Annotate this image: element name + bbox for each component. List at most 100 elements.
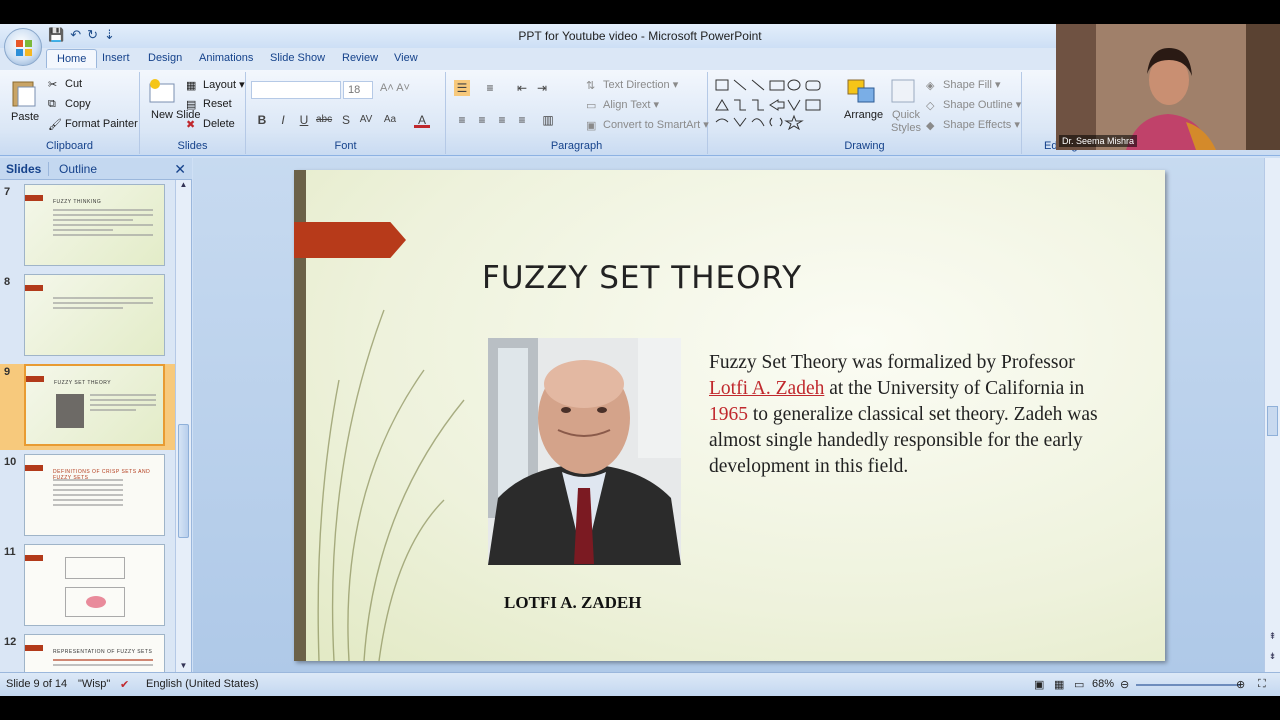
slide-title[interactable]: FUZZY SET THEORY: [482, 260, 802, 296]
font-name-box[interactable]: [251, 81, 341, 99]
layout-icon: ▦: [186, 80, 197, 93]
slide-thumbnail[interactable]: 8: [0, 274, 176, 360]
reset-icon: ▤: [186, 99, 197, 112]
slide-editing-area: FUZZY SET THEORY LOTFI A. ZADEH Fuzzy Se…: [193, 158, 1280, 672]
format-painter-icon: 🖌: [48, 119, 62, 132]
slide-thumbnail[interactable]: 12 REPRESENTATION OF FUZZY SETS: [0, 634, 176, 674]
spellcheck-icon[interactable]: ✔: [120, 678, 129, 691]
quick-styles-icon: [891, 79, 915, 103]
numbering-icon[interactable]: ≡: [482, 80, 498, 96]
align-left-icon[interactable]: ≡: [454, 112, 470, 128]
paste-button[interactable]: Paste: [11, 111, 39, 123]
slides-label: Slides: [177, 140, 208, 152]
bold-icon[interactable]: B: [254, 112, 270, 128]
pane-tabs: Slides Outline ✕: [0, 158, 192, 180]
year-text: 1965: [709, 404, 748, 425]
paragraph-label: Paragraph: [550, 140, 603, 152]
spacing-icon[interactable]: AV: [358, 112, 374, 128]
cut-icon: ✂: [48, 79, 58, 92]
slide-thumbnail[interactable]: 11: [0, 544, 176, 630]
align-text-icon: ▭: [586, 100, 597, 113]
shape-effects-icon: ◆: [926, 120, 935, 133]
strikethrough-icon[interactable]: abc: [316, 112, 332, 128]
tab-outline[interactable]: Outline: [48, 162, 107, 176]
slide-body-text[interactable]: Fuzzy Set Theory was formalized by Profe…: [709, 350, 1109, 480]
align-text-button[interactable]: ▭ Align Text ▾: [586, 98, 659, 113]
font-size-box[interactable]: 18: [343, 81, 373, 99]
slide-thumbnail-selected[interactable]: 9 FUZZY SET THEORY: [0, 364, 176, 450]
office-button[interactable]: [4, 28, 42, 66]
shape-effects-button[interactable]: ◆ Shape Effects ▾: [926, 118, 1020, 133]
clipboard-group: Paste ✂ Cut ⧉ Copy 🖌 Format Painter Clipboa…: [0, 72, 140, 154]
zoom-in-icon[interactable]: ⊕: [1236, 678, 1245, 691]
arrange-icon: [847, 79, 875, 103]
drawing-group: Arrange Quick Styles ◈ Shape Fill ▾ ◇ Shap…: [708, 72, 1022, 154]
tab-animations[interactable]: Animations: [199, 52, 253, 64]
current-slide[interactable]: FUZZY SET THEORY LOTFI A. ZADEH Fuzzy Se…: [294, 170, 1165, 661]
theme-name: "Wisp": [78, 678, 111, 690]
reset-button[interactable]: ▤ Reset: [186, 98, 232, 112]
font-label: Font: [334, 140, 357, 152]
slide-sorter-icon[interactable]: ▦: [1054, 678, 1064, 691]
justify-icon[interactable]: ≡: [514, 112, 530, 128]
zoom-out-icon[interactable]: ⊖: [1120, 678, 1129, 691]
text-direction-button[interactable]: ⇅ Text Direction ▾: [586, 78, 678, 93]
normal-view-icon[interactable]: ▣: [1034, 678, 1044, 691]
increase-indent-icon[interactable]: ⇥: [534, 80, 550, 96]
prev-slide-icon[interactable]: ⇞: [1265, 631, 1280, 642]
decrease-indent-icon[interactable]: ⇤: [514, 80, 530, 96]
shadow-icon[interactable]: S: [338, 112, 354, 128]
presenter-video: [1056, 24, 1280, 150]
grow-font-icon[interactable]: A˄ A˅: [380, 82, 410, 94]
delete-button[interactable]: ✖ Delete: [186, 118, 235, 131]
font-color-icon[interactable]: A: [414, 112, 430, 128]
slide-thumbnail[interactable]: 7 FUZZY THINKING: [0, 184, 176, 270]
webcam-overlay: Dr. Seema Mishra: [1056, 24, 1280, 150]
paste-icon: [12, 81, 36, 107]
zoom-level[interactable]: 68%: [1092, 678, 1114, 690]
tab-review[interactable]: Review: [342, 52, 378, 64]
photo-caption[interactable]: LOTFI A. ZADEH: [504, 593, 641, 613]
convert-smartart-button[interactable]: ▣ Convert to SmartArt ▾: [586, 118, 709, 133]
language-indicator[interactable]: English (United States): [146, 678, 259, 690]
close-pane-icon[interactable]: ✕: [174, 161, 186, 178]
layout-button[interactable]: ▦ Layout ▾: [186, 78, 245, 93]
shapes-gallery-icon[interactable]: [714, 78, 832, 130]
fit-window-icon[interactable]: ⛶: [1258, 678, 1266, 691]
quick-styles-button[interactable]: Quick Styles: [888, 109, 924, 135]
shape-fill-button[interactable]: ◈ Shape Fill ▾: [926, 78, 1001, 93]
scroll-thumb[interactable]: [178, 424, 189, 538]
slide-scrollbar[interactable]: ⇞ ⇟: [1264, 158, 1280, 672]
format-painter-button[interactable]: 🖌 Format Painter: [48, 118, 138, 132]
tab-slide-show[interactable]: Slide Show: [270, 52, 325, 64]
cut-button[interactable]: ✂ Cut: [48, 78, 82, 92]
slide-scroll-thumb[interactable]: [1267, 406, 1278, 436]
tab-home[interactable]: Home: [46, 49, 98, 68]
tab-slides[interactable]: Slides: [6, 162, 41, 176]
tab-insert[interactable]: Insert: [102, 52, 130, 64]
slideshow-icon[interactable]: ▭: [1074, 678, 1084, 691]
text-direction-icon: ⇅: [586, 80, 596, 93]
underline-icon[interactable]: U: [296, 112, 312, 128]
next-slide-icon[interactable]: ⇟: [1265, 651, 1280, 662]
change-case-icon[interactable]: Aa: [382, 112, 398, 128]
arrange-button[interactable]: Arrange: [844, 109, 883, 121]
tab-view[interactable]: View: [394, 52, 418, 64]
columns-icon[interactable]: ▥: [540, 112, 556, 128]
align-center-icon[interactable]: ≡: [474, 112, 490, 128]
thumbnails-scrollbar[interactable]: ▲ ▼: [175, 180, 191, 672]
status-bar: Slide 9 of 14 "Wisp" ✔ English (United S…: [0, 672, 1280, 696]
shape-fill-icon: ◈: [926, 80, 935, 93]
align-right-icon[interactable]: ≡: [494, 112, 510, 128]
clipboard-label: Clipboard: [45, 140, 94, 152]
slide-counter: Slide 9 of 14: [6, 678, 68, 690]
shape-outline-button[interactable]: ◇ Shape Outline ▾: [926, 98, 1021, 112]
italic-icon[interactable]: I: [275, 112, 291, 128]
bullets-icon[interactable]: ☰: [454, 80, 470, 96]
slide-thumbnail[interactable]: 10 DEFINITIONS OF CRISP SETS AND FUZZY S…: [0, 454, 176, 540]
slides-pane: Slides Outline ✕ 7 FUZZY THINKING 8 9 FU…: [0, 158, 192, 674]
tab-design[interactable]: Design: [148, 52, 182, 64]
smartart-icon: ▣: [586, 120, 597, 133]
zoom-slider[interactable]: [1136, 684, 1240, 686]
copy-button[interactable]: ⧉ Copy: [48, 98, 91, 110]
